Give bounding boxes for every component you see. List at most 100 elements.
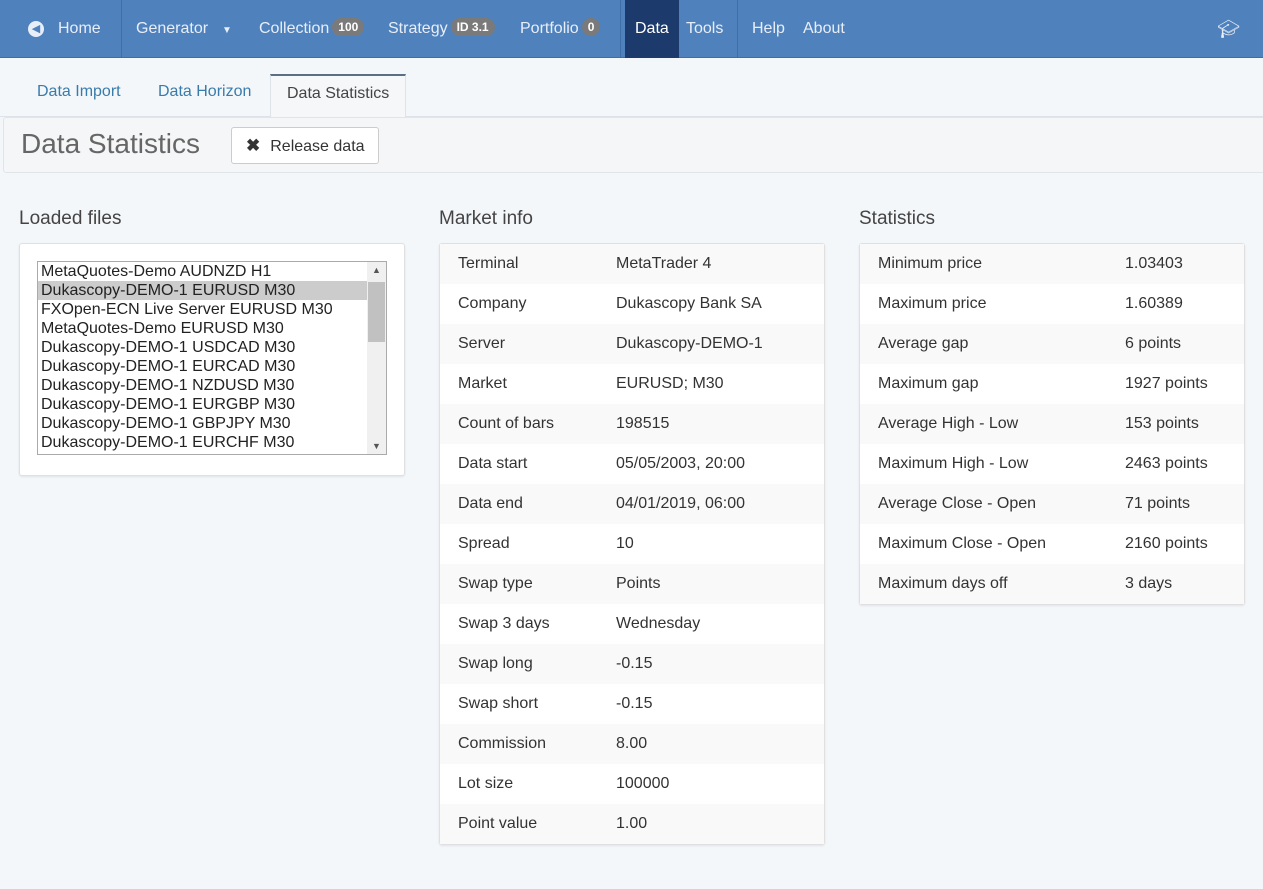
loaded-files-list[interactable]: MetaQuotes-Demo AUDNZD H1 Dukascopy-DEMO-… (37, 261, 387, 455)
table-row: Maximum days off 3 days (860, 564, 1244, 604)
generator-menu[interactable]: Generator ▼ (136, 0, 232, 58)
file-option[interactable]: Dukascopy-DEMO-1 GBPJPY M30 (38, 414, 367, 433)
file-option[interactable]: Dukascopy-DEMO-1 NZDUSD M30 (38, 376, 367, 395)
table-row: Data end 04/01/2019, 06:00 (440, 484, 824, 524)
statistics-table: Minimum price 1.03403 Maximum price 1.60389… (859, 243, 1245, 605)
file-option[interactable]: Dukascopy-DEMO-1 EURCAD M30 (38, 357, 367, 376)
tab-data-import[interactable]: Data Import (37, 74, 121, 117)
row-value: 1.60389 (1125, 295, 1183, 312)
about-link[interactable]: About (803, 0, 845, 58)
row-value: 198515 (616, 415, 670, 432)
help-link[interactable]: Help (752, 0, 785, 58)
tab-data-statistics[interactable]: Data Statistics (270, 74, 407, 118)
table-row: Average High - Low 153 points (860, 404, 1244, 444)
table-row: Average gap 6 points (860, 324, 1244, 364)
file-option[interactable]: MetaQuotes-Demo AUDNZD H1 (38, 262, 367, 281)
file-option[interactable]: MetaQuotes-Demo EURUSD M30 (38, 319, 367, 338)
row-value: 153 points (1125, 415, 1199, 432)
row-value: 04/01/2019, 06:00 (616, 495, 746, 512)
home-link[interactable]: ◀ Home (28, 0, 101, 58)
table-row: Spread 10 (440, 524, 824, 564)
table-row: Swap 3 days Wednesday (440, 604, 824, 644)
scroll-up-icon[interactable]: ▲ (372, 265, 381, 275)
scroll-down-icon[interactable]: ▼ (372, 441, 381, 451)
portfolio-link[interactable]: Portfolio 0 (520, 0, 601, 58)
row-label: Average High - Low (878, 415, 1019, 432)
file-option[interactable]: Dukascopy-DEMO-1 EURUSD M30 (38, 281, 367, 300)
table-row: Swap long -0.15 (440, 644, 824, 684)
row-value: 1927 points (1125, 375, 1208, 392)
row-value: 05/05/2003, 20:00 (616, 455, 746, 472)
row-label: Swap short (458, 695, 539, 712)
row-label: Maximum price (878, 295, 987, 312)
file-option[interactable]: Dukascopy-DEMO-1 EURCHF M30 (38, 433, 367, 452)
tab-data-horizon[interactable]: Data Horizon (158, 74, 251, 117)
table-row: Terminal MetaTrader 4 (440, 244, 824, 284)
row-value: Dukascopy-DEMO-1 (616, 335, 763, 352)
row-value: Dukascopy Bank SA (616, 295, 762, 312)
row-value: 2463 points (1125, 455, 1208, 472)
row-value: Wednesday (616, 615, 701, 632)
row-label: Server (458, 335, 506, 352)
collection-link[interactable]: Collection 100 (259, 0, 365, 58)
statistics-title: Statistics (859, 208, 936, 229)
row-label: Average gap (878, 335, 969, 352)
back-circle-icon: ◀ (28, 21, 44, 37)
data-link[interactable]: Data (625, 0, 679, 58)
table-row: Count of bars 198515 (440, 404, 824, 444)
row-value: -0.15 (616, 695, 653, 712)
strategy-badge: ID 3.1 (450, 18, 495, 36)
graduation-cap-icon[interactable]: 🎓︎ (1217, 0, 1240, 58)
row-label: Terminal (458, 255, 519, 272)
row-label: Point value (458, 815, 538, 832)
loaded-files-title: Loaded files (19, 208, 122, 229)
loaded-files-panel: MetaQuotes-Demo AUDNZD H1 Dukascopy-DEMO-… (19, 243, 405, 476)
row-value: 100000 (616, 775, 670, 792)
table-row: Data start 05/05/2003, 20:00 (440, 444, 824, 484)
release-data-button[interactable]: ✖ Release data (231, 127, 379, 164)
strategy-link[interactable]: Strategy ID 3.1 (388, 0, 495, 58)
table-row: Swap short -0.15 (440, 684, 824, 724)
table-row: Maximum High - Low 2463 points (860, 444, 1244, 484)
tools-link[interactable]: Tools (686, 0, 723, 58)
row-value: MetaTrader 4 (616, 255, 712, 272)
table-row: Average Close - Open 71 points (860, 484, 1244, 524)
table-row: Minimum price 1.03403 (860, 244, 1244, 284)
row-label: Company (458, 295, 527, 312)
row-value: 1.03403 (1125, 255, 1183, 272)
row-label: Market (458, 375, 507, 392)
row-value: -0.15 (616, 655, 653, 672)
table-row: Maximum Close - Open 2160 points (860, 524, 1244, 564)
scrollbar-thumb[interactable] (368, 282, 385, 342)
table-row: Point value 1.00 (440, 804, 824, 844)
table-row: Server Dukascopy-DEMO-1 (440, 324, 824, 364)
file-option[interactable]: FXOpen-ECN Live Server EURUSD M30 (38, 300, 367, 319)
table-row: Commission 8.00 (440, 724, 824, 764)
file-option[interactable]: Dukascopy-DEMO-1 EURGBP M30 (38, 395, 367, 414)
row-label: Data end (458, 495, 523, 512)
row-label: Maximum gap (878, 375, 979, 392)
table-row: Lot size 100000 (440, 764, 824, 804)
row-value: 3 days (1125, 575, 1173, 592)
row-label: Count of bars (458, 415, 555, 432)
row-value: 10 (616, 535, 634, 552)
market-info-title: Market info (439, 208, 533, 229)
row-value: 71 points (1125, 495, 1190, 512)
row-label: Data start (458, 455, 528, 472)
row-value: 1.00 (616, 815, 648, 832)
collection-badge: 100 (332, 18, 365, 36)
portfolio-badge: 0 (581, 18, 601, 36)
row-value: Points (616, 575, 661, 592)
file-option[interactable]: Dukascopy-DEMO-1 USDCAD M30 (38, 338, 367, 357)
row-label: Commission (458, 735, 547, 752)
scrollbar[interactable]: ▲ ▼ (367, 262, 386, 454)
table-row: Maximum gap 1927 points (860, 364, 1244, 404)
table-row: Market EURUSD; M30 (440, 364, 824, 404)
row-label: Swap 3 days (458, 615, 550, 632)
table-row: Company Dukascopy Bank SA (440, 284, 824, 324)
navbar: ◀ Home Generator ▼ Collection 100 Strategy I… (0, 0, 1263, 58)
page-title: Data Statistics (21, 128, 200, 159)
close-icon: ✖ (246, 136, 261, 155)
row-value: 6 points (1125, 335, 1182, 352)
table-row: Swap type Points (440, 564, 824, 604)
